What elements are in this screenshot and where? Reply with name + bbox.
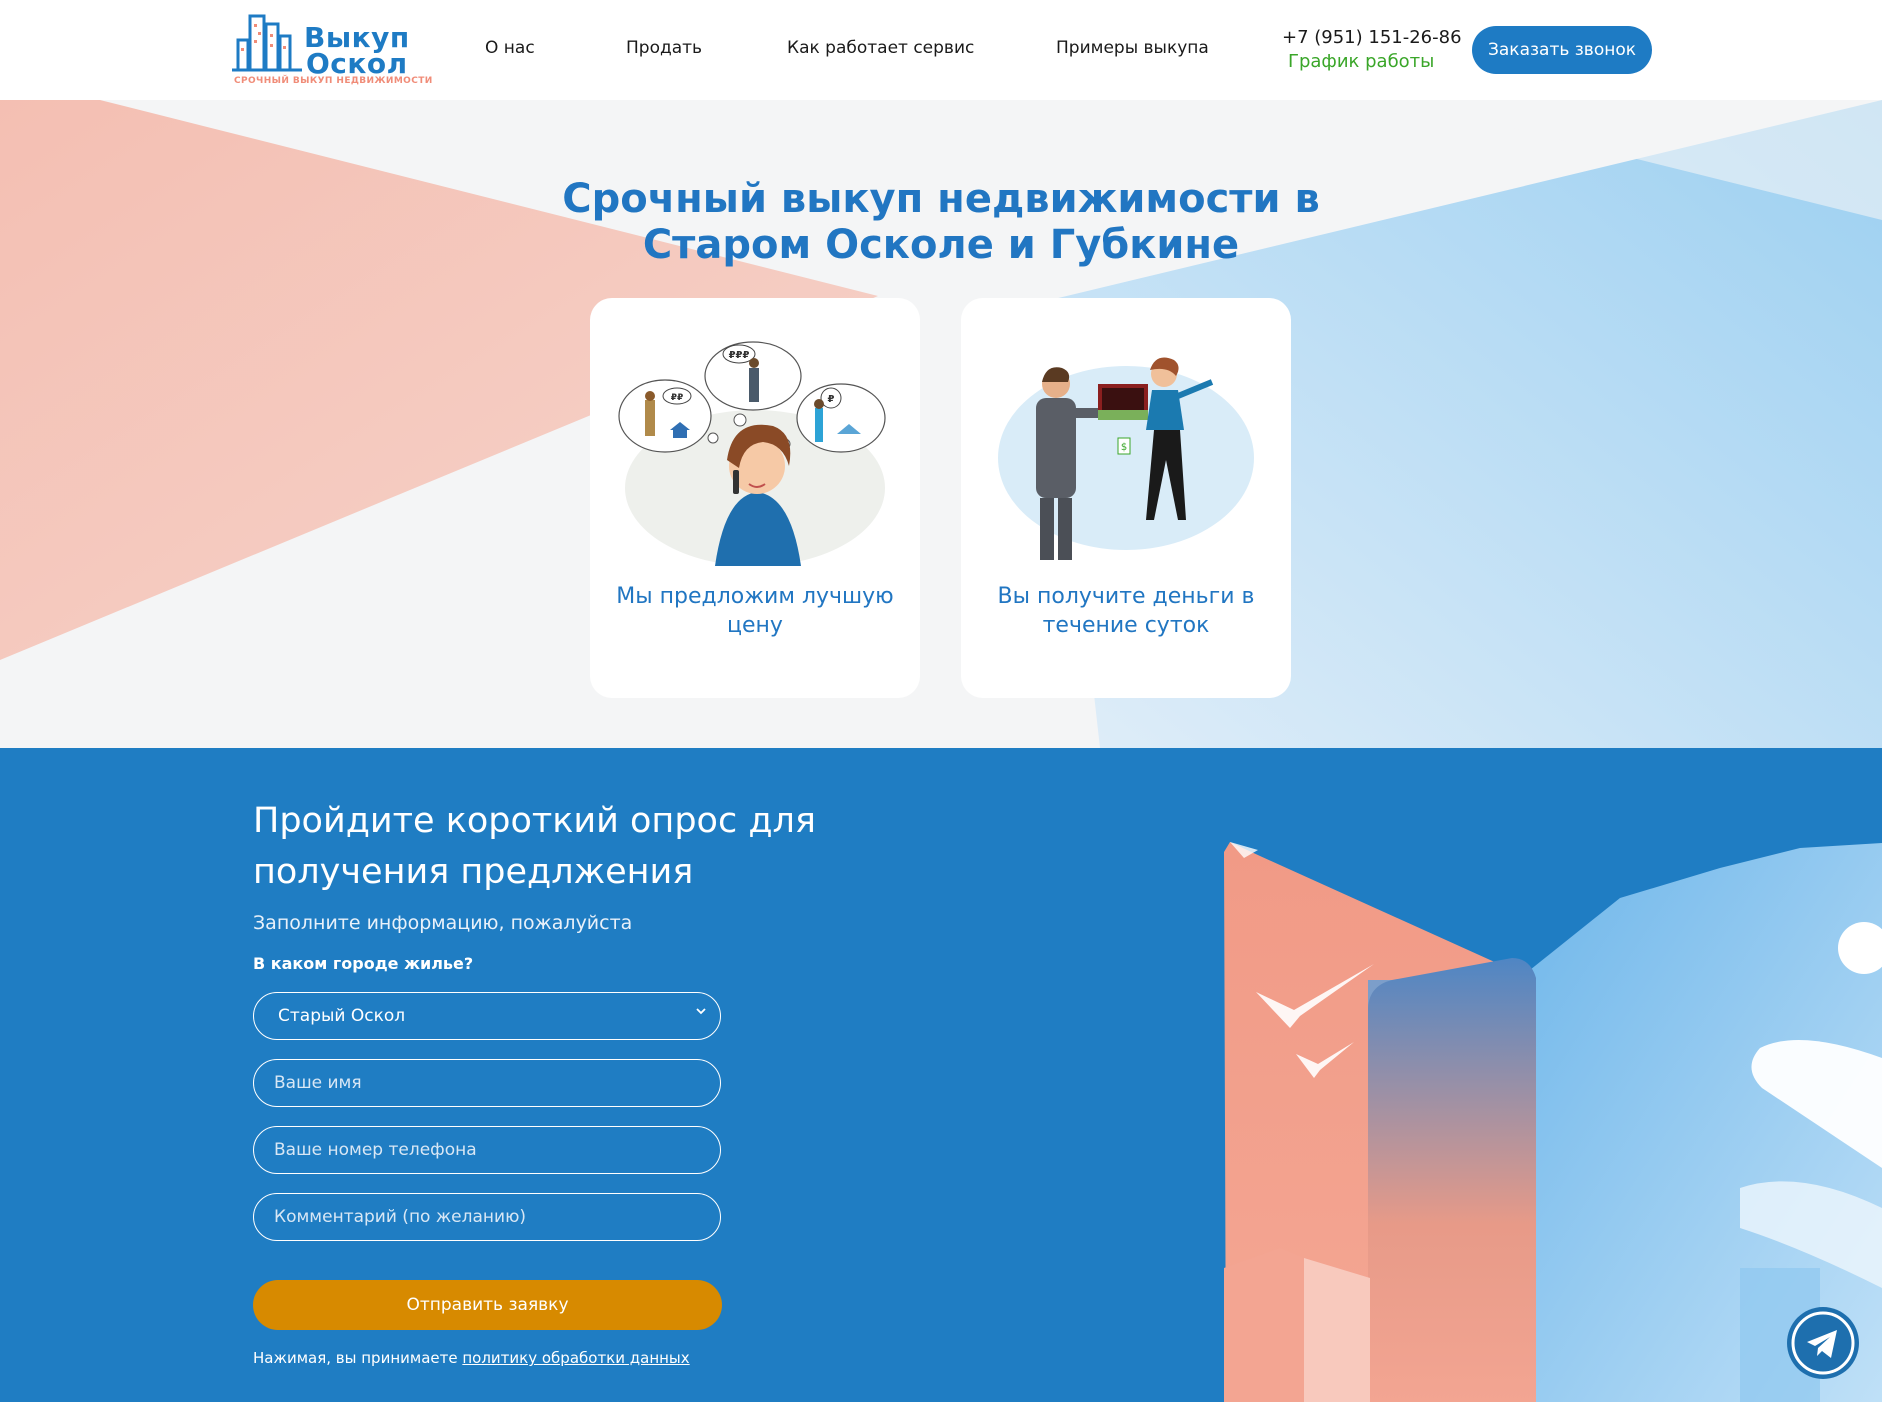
logo-tagline: СРОЧНЫЙ ВЫКУП НЕДВИЖИМОСТИ: [234, 76, 433, 86]
hero-section: Срочный выкуп недвижимости в Старом Оско…: [0, 100, 1882, 748]
logo[interactable]: Выкуп Оскол СРОЧНЫЙ ВЫКУП НЕДВИЖИМОСТИ: [232, 10, 432, 88]
privacy-policy-link[interactable]: политику обработки данных: [462, 1349, 689, 1367]
nav-how-it-works[interactable]: Как работает сервис: [787, 38, 974, 58]
benefit-text-fast-money: Вы получите деньги в течение суток: [997, 584, 1255, 638]
city-buildings-illustration: [1224, 842, 1882, 1402]
benefit-text-best-price: Мы предложим лучшую цену: [616, 584, 894, 638]
money-handover-illustration: $: [998, 357, 1254, 560]
phone-number[interactable]: +7 (951) 151-26-86: [1282, 27, 1462, 48]
hero-title: Срочный выкуп недвижимости в Старом Оско…: [0, 176, 1882, 268]
phone-input[interactable]: [253, 1126, 721, 1174]
order-call-button[interactable]: Заказать звонок: [1472, 26, 1652, 74]
form-subtitle: Заполните информацию, пожалуйста: [253, 912, 633, 934]
bubble-label-1: ₽₽₽: [729, 350, 750, 361]
hero-title-line-2: Старом Осколе и Губкине: [642, 222, 1240, 268]
site-header: Выкуп Оскол СРОЧНЫЙ ВЫКУП НЕДВИЖИМОСТИ О…: [0, 0, 1882, 100]
hero-title-line-1: Срочный выкуп недвижимости в: [562, 176, 1320, 222]
city-question-label: В каком городе жилье?: [253, 954, 474, 973]
chevron-down-icon: [694, 1004, 708, 1022]
comment-input[interactable]: [253, 1193, 721, 1241]
nav-sell[interactable]: Продать: [626, 38, 702, 58]
nav-about[interactable]: О нас: [485, 38, 535, 58]
nav-examples[interactable]: Примеры выкупа: [1056, 38, 1209, 58]
money-tag-label: $: [1121, 442, 1127, 453]
buildings-icon: [232, 14, 302, 72]
schedule-link[interactable]: График работы: [1288, 51, 1434, 72]
name-input[interactable]: [253, 1059, 721, 1107]
form-title: Пройдите короткий опрос для получения пр…: [253, 801, 816, 892]
phone-call-illustration: ₽₽₽ ₽₽ ₽: [618, 341, 886, 566]
logo-word-2: Оскол: [306, 47, 408, 80]
city-select-value: Старый Оскол: [278, 1006, 406, 1026]
telegram-button[interactable]: [1787, 1307, 1859, 1379]
submit-request-button[interactable]: Отправить заявку: [253, 1280, 722, 1330]
consent-note: Нажимая, вы принимаете политику обработк…: [253, 1349, 690, 1367]
survey-form-section: Пройдите короткий опрос для получения пр…: [0, 748, 1882, 1402]
benefit-card-fast-money: $ Вы получите деньги в течение суток: [961, 298, 1291, 698]
telegram-icon: [1791, 1311, 1855, 1375]
city-select[interactable]: Старый Оскол: [253, 992, 721, 1040]
bubble-label-2: ₽₽: [671, 393, 684, 403]
bubble-label-3: ₽: [828, 394, 835, 405]
consent-text: Нажимая, вы принимаете: [253, 1349, 463, 1367]
benefit-card-best-price: ₽₽₽ ₽₽ ₽ Мы предложим лучшую цену: [590, 298, 920, 698]
